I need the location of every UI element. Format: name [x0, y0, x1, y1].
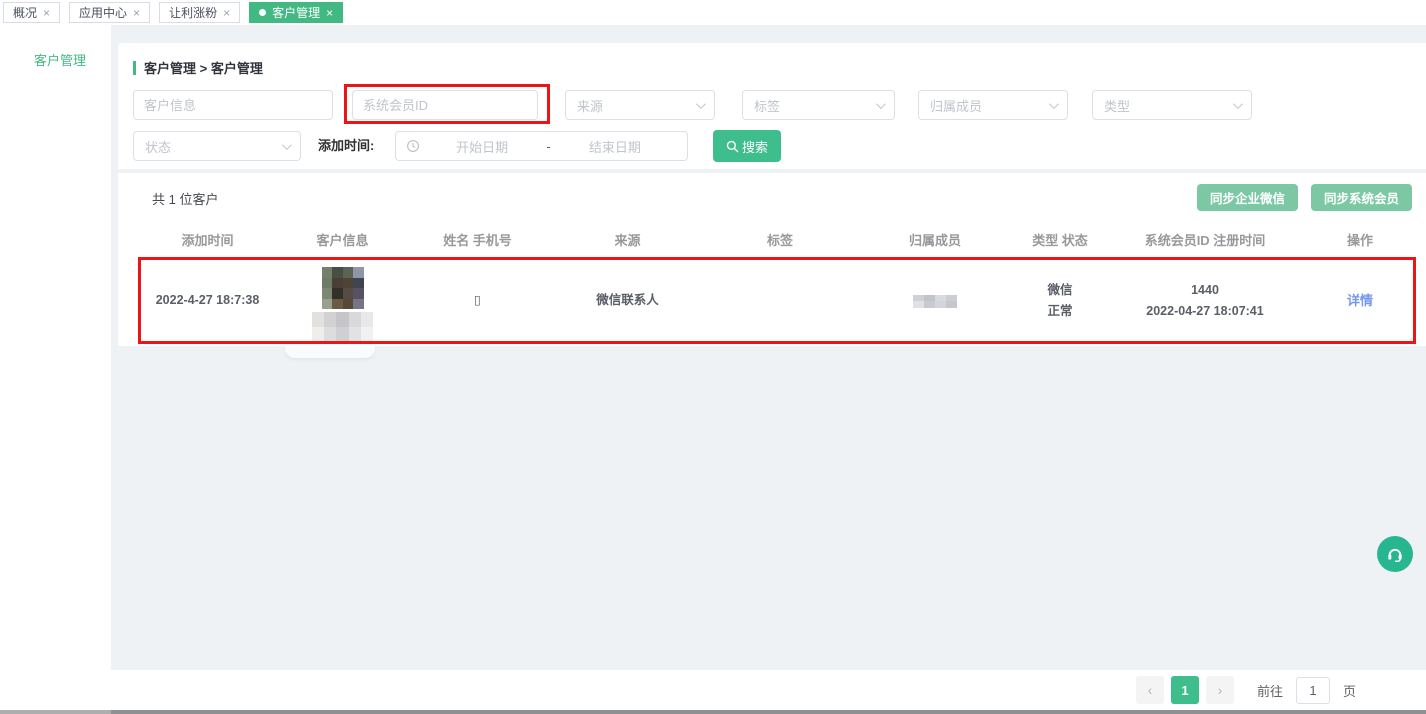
app-window: 概况 × 应用中心 × 让利涨粉 × 客户管理 × 客户管理 客户管理 > 客户…	[0, 0, 1426, 714]
date-range-picker[interactable]: 开始日期 - 结束日期	[395, 131, 688, 161]
breadcrumb: 客户管理 > 客户管理	[133, 58, 263, 77]
redacted-avatar-image	[322, 267, 364, 309]
sidebar: 客户管理	[0, 25, 111, 710]
table-header-row: 添加时间 客户信息 姓名 手机号 来源 标签 归属成员 类型 状态 系统会员ID…	[130, 225, 1420, 253]
add-time-label: 添加时间:	[318, 131, 374, 161]
tab-label: 客户管理	[272, 4, 320, 21]
close-icon[interactable]: ×	[43, 7, 50, 19]
close-icon[interactable]: ×	[223, 7, 230, 19]
col-header-tag: 标签	[700, 230, 860, 249]
type-select-placeholder: 类型	[1104, 96, 1130, 115]
jump-page-suffix: 页	[1343, 681, 1356, 700]
bottom-border-strip	[0, 710, 1426, 714]
type-select[interactable]: 类型	[1092, 90, 1252, 120]
chevron-down-icon	[1233, 99, 1243, 109]
source-select[interactable]: 来源	[565, 90, 715, 120]
pagination-next-button[interactable]: ›	[1206, 676, 1234, 704]
sync-wecom-button[interactable]: 同步企业微信	[1197, 184, 1298, 211]
redacted-name-popover	[285, 343, 375, 358]
end-date-placeholder[interactable]: 结束日期	[553, 137, 677, 156]
cell-source: 微信联系人	[555, 290, 700, 311]
redacted-customer-name	[312, 312, 374, 342]
source-select-placeholder: 来源	[577, 96, 603, 115]
cell-actions: 详情	[1300, 290, 1420, 312]
breadcrumb-text: 客户管理 > 客户管理	[144, 58, 263, 77]
active-tab-dot-icon	[259, 9, 266, 16]
cell-type-status: 微信 正常	[1010, 280, 1110, 323]
pagination-page-1-button[interactable]: 1	[1171, 676, 1199, 704]
sync-actions: 同步企业微信 同步系统会员	[1197, 184, 1412, 211]
search-button[interactable]: 搜索	[713, 130, 781, 162]
tab-app-center[interactable]: 应用中心 ×	[69, 2, 150, 23]
owner-select-placeholder: 归属成员	[930, 96, 982, 115]
col-header-name-phone: 姓名 手机号	[400, 230, 555, 249]
cell-owner	[860, 295, 1010, 308]
register-time-value: 2022-04-27 18:07:41	[1110, 301, 1300, 322]
tab-label: 让利涨粉	[169, 4, 217, 21]
clock-icon	[406, 139, 420, 153]
support-fab-button[interactable]	[1377, 536, 1413, 572]
chevron-down-icon	[876, 99, 886, 109]
jump-to-page-input[interactable]	[1296, 677, 1330, 704]
bottom-border-strip-left	[0, 710, 111, 714]
type-value: 微信	[1010, 280, 1110, 301]
search-button-label: 搜索	[742, 137, 768, 156]
detail-link[interactable]: 详情	[1347, 293, 1373, 308]
cell-add-time: 2022-4-27 18:7:38	[130, 290, 285, 311]
col-header-source: 来源	[555, 230, 700, 249]
cell-customer-info	[285, 258, 400, 344]
tab-label: 概况	[13, 4, 37, 21]
col-header-customer-info: 客户信息	[285, 230, 400, 249]
headset-icon	[1385, 544, 1405, 564]
member-id-value: 1440	[1110, 280, 1300, 301]
chevron-left-icon: ‹	[1148, 682, 1153, 698]
col-header-type-status: 类型 状态	[1010, 230, 1110, 249]
col-header-add-time: 添加时间	[130, 230, 285, 249]
col-header-member-id-reg-time: 系统会员ID 注册时间	[1110, 230, 1300, 249]
status-value: 正常	[1010, 301, 1110, 322]
total-count-text: 共 1 位客户	[152, 189, 218, 208]
sync-member-button[interactable]: 同步系统会员	[1311, 184, 1412, 211]
status-select-placeholder: 状态	[145, 137, 171, 156]
status-select[interactable]: 状态	[133, 131, 301, 161]
tab-label: 应用中心	[79, 4, 127, 21]
table-row: 2022-4-27 18:7:38 ▯ 微信联系人 微信 正常 1440 202…	[130, 258, 1420, 344]
close-icon[interactable]: ×	[326, 7, 333, 19]
search-icon	[726, 140, 739, 153]
tag-select-placeholder: 标签	[754, 96, 780, 115]
start-date-placeholder[interactable]: 开始日期	[420, 137, 544, 156]
pagination-bar: ‹ 1 › 前往 页	[111, 670, 1426, 710]
cell-name-phone: ▯	[400, 290, 555, 311]
customer-table-panel: 共 1 位客户 同步企业微信 同步系统会员 添加时间 客户信息 姓名 手机号 来…	[118, 173, 1426, 346]
tab-bar: 概况 × 应用中心 × 让利涨粉 × 客户管理 ×	[0, 0, 1426, 25]
breadcrumb-accent-bar	[133, 61, 136, 75]
cell-member-id-reg-time: 1440 2022-04-27 18:07:41	[1110, 280, 1300, 323]
tab-customer-management[interactable]: 客户管理 ×	[249, 2, 343, 23]
tab-overview[interactable]: 概况 ×	[3, 2, 60, 23]
col-header-owner: 归属成员	[860, 230, 1010, 249]
chevron-right-icon: ›	[1218, 682, 1223, 698]
chevron-down-icon	[696, 99, 706, 109]
date-separator: -	[544, 139, 552, 154]
customer-info-input[interactable]	[133, 90, 333, 120]
member-id-input[interactable]	[352, 90, 538, 120]
pagination-prev-button[interactable]: ‹	[1136, 676, 1164, 704]
filter-panel: 客户管理 > 客户管理 来源 标签 归属成员 类型 状态 添加时间:	[118, 43, 1426, 169]
jump-to-page-label: 前往	[1257, 681, 1283, 700]
chevron-down-icon	[1049, 99, 1059, 109]
chevron-down-icon	[282, 140, 292, 150]
close-icon[interactable]: ×	[133, 7, 140, 19]
owner-select[interactable]: 归属成员	[918, 90, 1068, 120]
tab-fan-growth[interactable]: 让利涨粉 ×	[159, 2, 240, 23]
tag-select[interactable]: 标签	[742, 90, 895, 120]
col-header-actions: 操作	[1300, 230, 1420, 249]
redacted-owner-name	[913, 295, 957, 308]
sidebar-item-customer-management[interactable]: 客户管理	[0, 25, 111, 69]
